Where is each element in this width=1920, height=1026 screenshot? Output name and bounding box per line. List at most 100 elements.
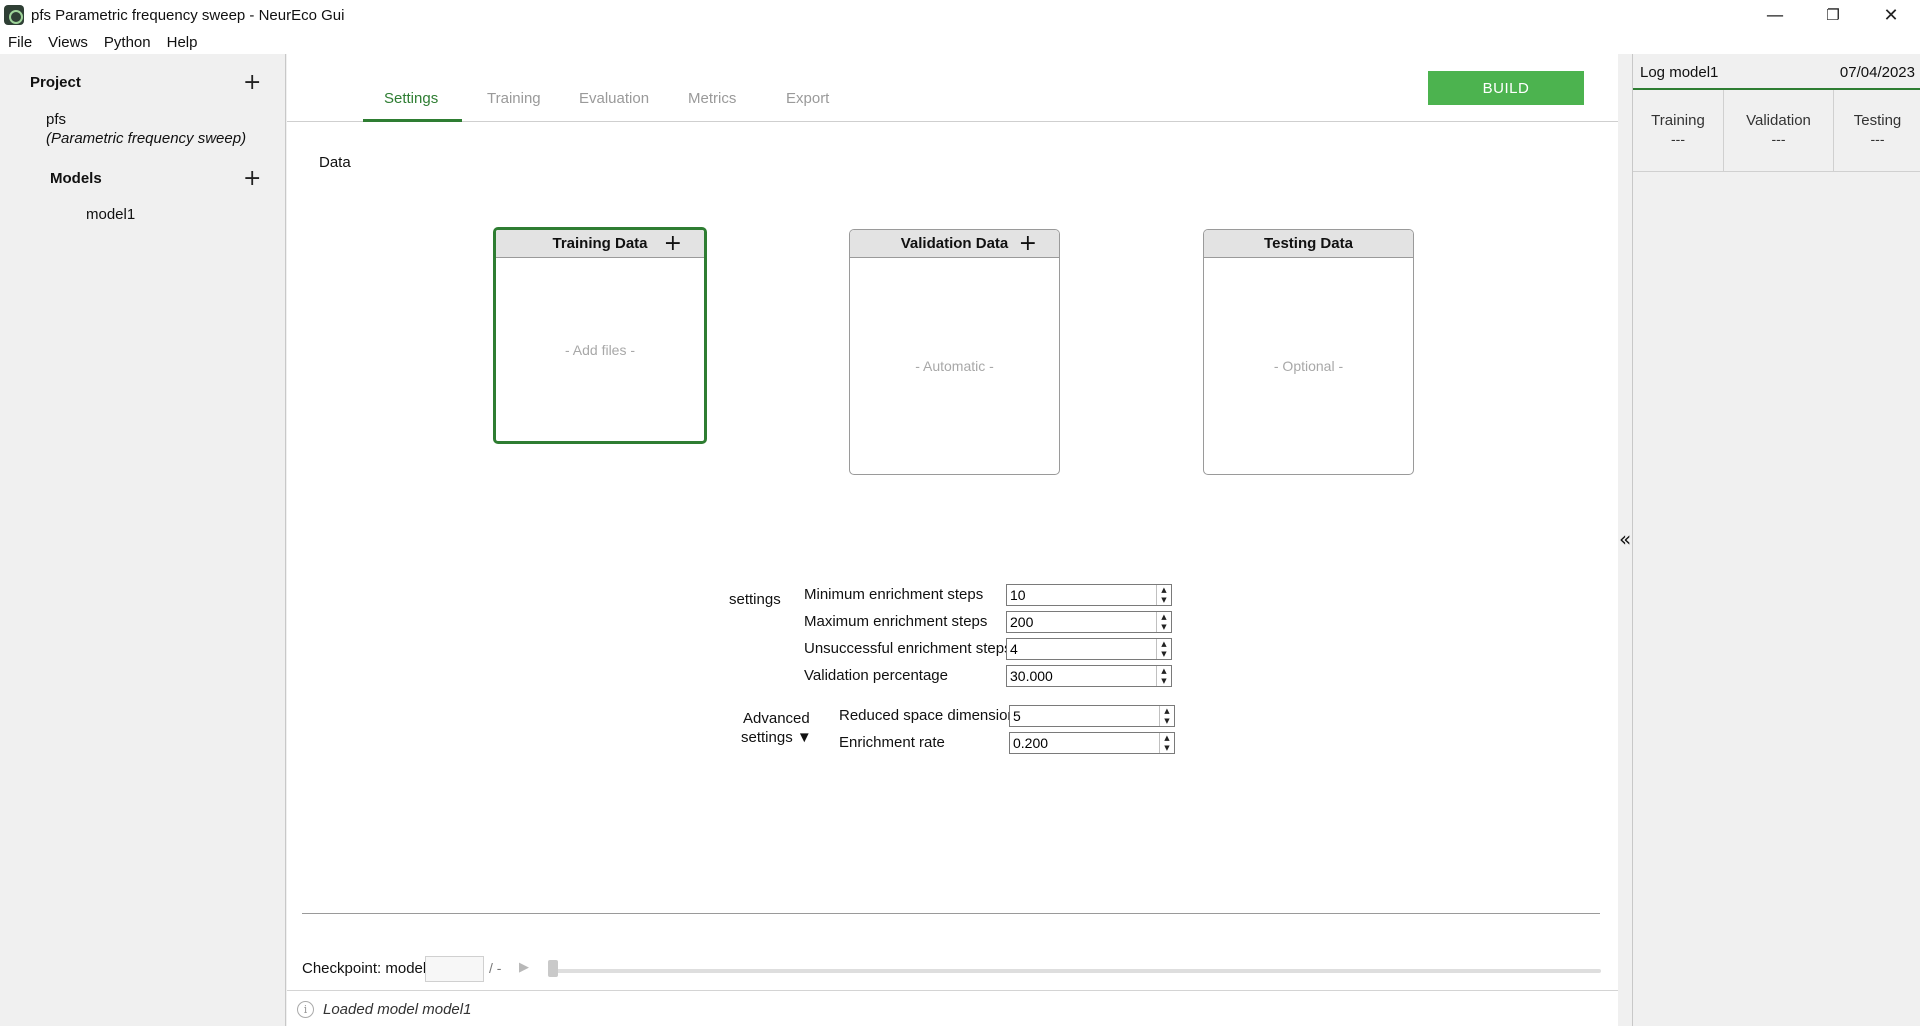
unsuccessful-enrichment-input[interactable] [1007,639,1156,659]
validation-data-card[interactable]: Validation Data + - Automatic - [849,229,1060,475]
enrichment-rate-label: Enrichment rate [839,734,945,751]
min-enrichment-input[interactable] [1007,585,1156,605]
training-data-title: Training Data [552,235,648,252]
log-training-label: Training [1651,112,1705,129]
spin-down-icon[interactable]: ▼ [1157,676,1171,686]
max-enrichment-label: Maximum enrichment steps [804,613,988,630]
testing-data-header: Testing Data [1204,230,1413,258]
reduced-space-input[interactable] [1010,706,1159,726]
log-testing-label: Testing [1853,112,1902,129]
reduced-space-label: Reduced space dimension [839,707,1016,724]
window-controls: — ❐ ✕ [1746,0,1920,30]
close-button[interactable]: ✕ [1862,0,1920,30]
spin-down-icon[interactable]: ▼ [1157,649,1171,659]
training-data-header: Training Data + [496,230,704,258]
validation-percentage-input[interactable] [1007,666,1156,686]
log-summary: Training --- Validation --- Testing --- [1633,90,1920,172]
minimize-button[interactable]: — [1746,0,1804,30]
checkpoint-slider-handle[interactable] [548,960,558,977]
tab-metrics[interactable]: Metrics [688,90,736,107]
validation-data-placeholder: - Automatic - [915,358,994,374]
add-training-data-icon[interactable]: + [664,231,682,256]
menu-python[interactable]: Python [96,34,159,51]
enrichment-rate-input[interactable] [1010,733,1159,753]
min-enrichment-spinbox[interactable]: ▲▼ [1006,584,1172,606]
models-heading: Models [50,170,102,187]
project-name[interactable]: pfs [46,111,66,128]
validation-data-header: Validation Data + [850,230,1059,258]
training-data-placeholder: - Add files - [564,341,636,358]
checkpoint-slider-track[interactable] [549,969,1601,973]
validation-percentage-spinbox[interactable]: ▲▼ [1006,665,1172,687]
tab-training[interactable]: Training [487,90,541,107]
spin-up-icon[interactable]: ▲ [1160,733,1174,743]
unsuccessful-enrichment-label: Unsuccessful enrichment steps [804,640,1012,657]
log-validation-value: --- [1771,131,1786,147]
play-icon[interactable]: ▶ [519,960,529,975]
collapse-log-panel-icon[interactable]: « [1619,527,1631,551]
log-testing-value: --- [1870,131,1885,147]
training-data-dropzone[interactable]: - Add files - [496,258,704,441]
title-bar: pfs Parametric frequency sweep - NeurEco… [0,0,1920,30]
app-logo-icon [4,5,24,25]
tab-evaluation[interactable]: Evaluation [579,90,649,107]
log-training-column: Training --- [1633,90,1724,171]
tab-bar: Settings Training Evaluation Metrics Exp… [287,54,1618,122]
advanced-settings-toggle[interactable]: settings ▼ [741,729,812,746]
spin-up-icon[interactable]: ▲ [1157,585,1171,595]
enrichment-rate-spinbox[interactable]: ▲▼ [1009,732,1175,754]
log-title: Log model1 [1640,64,1719,81]
spin-up-icon[interactable]: ▲ [1157,639,1171,649]
menu-help[interactable]: Help [159,34,206,51]
build-button[interactable]: BUILD [1428,71,1584,105]
testing-data-dropzone[interactable]: - Optional - [1204,258,1413,474]
advanced-settings-label[interactable]: Advanced [743,710,810,727]
project-heading: Project [30,74,81,91]
log-header: Log model1 07/04/2023 [1633,54,1920,90]
model-list-item[interactable]: model1 [86,206,135,223]
min-enrichment-label: Minimum enrichment steps [804,586,984,603]
testing-data-title: Testing Data [1264,235,1353,252]
validation-data-title: Validation Data [900,235,1009,252]
menu-views[interactable]: Views [40,34,96,51]
testing-data-placeholder: - Optional - [1273,358,1344,374]
checkpoint-input[interactable] [425,956,484,982]
menu-bar: File Views Python Help [0,30,1920,54]
spin-up-icon[interactable]: ▲ [1157,612,1171,622]
validation-percentage-label: Validation percentage [804,667,948,684]
checkpoint-label: Checkpoint: model [302,960,427,977]
add-validation-data-icon[interactable]: + [1019,231,1037,256]
spin-down-icon[interactable]: ▼ [1157,595,1171,605]
max-enrichment-spinbox[interactable]: ▲▼ [1006,611,1172,633]
validation-data-dropzone[interactable]: - Automatic - [850,258,1059,474]
tab-export[interactable]: Export [786,90,829,107]
status-message: Loaded model model1 [323,1001,472,1018]
training-data-card[interactable]: Training Data + - Add files - [493,227,707,444]
tab-settings[interactable]: Settings [384,90,438,107]
max-enrichment-input[interactable] [1007,612,1156,632]
spin-down-icon[interactable]: ▼ [1160,716,1174,726]
add-model-icon[interactable]: + [243,168,261,190]
window-title: pfs Parametric frequency sweep - NeurEco… [31,6,345,24]
testing-data-card[interactable]: Testing Data - Optional - [1203,229,1414,475]
data-section-label: Data [319,154,351,171]
checkpoint-total: / - [489,960,502,976]
menu-file[interactable]: File [0,34,40,51]
spin-down-icon[interactable]: ▼ [1160,743,1174,753]
info-icon: i [297,1001,314,1018]
project-description: (Parametric frequency sweep) [46,130,247,147]
spin-down-icon[interactable]: ▼ [1157,622,1171,632]
restore-button[interactable]: ❐ [1804,0,1862,30]
spin-up-icon[interactable]: ▲ [1160,706,1174,716]
reduced-space-spinbox[interactable]: ▲▼ [1009,705,1175,727]
spin-up-icon[interactable]: ▲ [1157,666,1171,676]
log-training-value: --- [1671,131,1685,147]
add-project-icon[interactable]: + [243,72,261,94]
unsuccessful-enrichment-spinbox[interactable]: ▲▼ [1006,638,1172,660]
bottom-divider [302,913,1600,914]
log-testing-column: Testing --- [1834,90,1920,171]
settings-label: settings [729,591,781,608]
log-validation-label: Validation [1746,112,1811,129]
log-validation-column: Validation --- [1724,90,1834,171]
log-panel: Log model1 07/04/2023 Training --- Valid… [1632,54,1920,1026]
